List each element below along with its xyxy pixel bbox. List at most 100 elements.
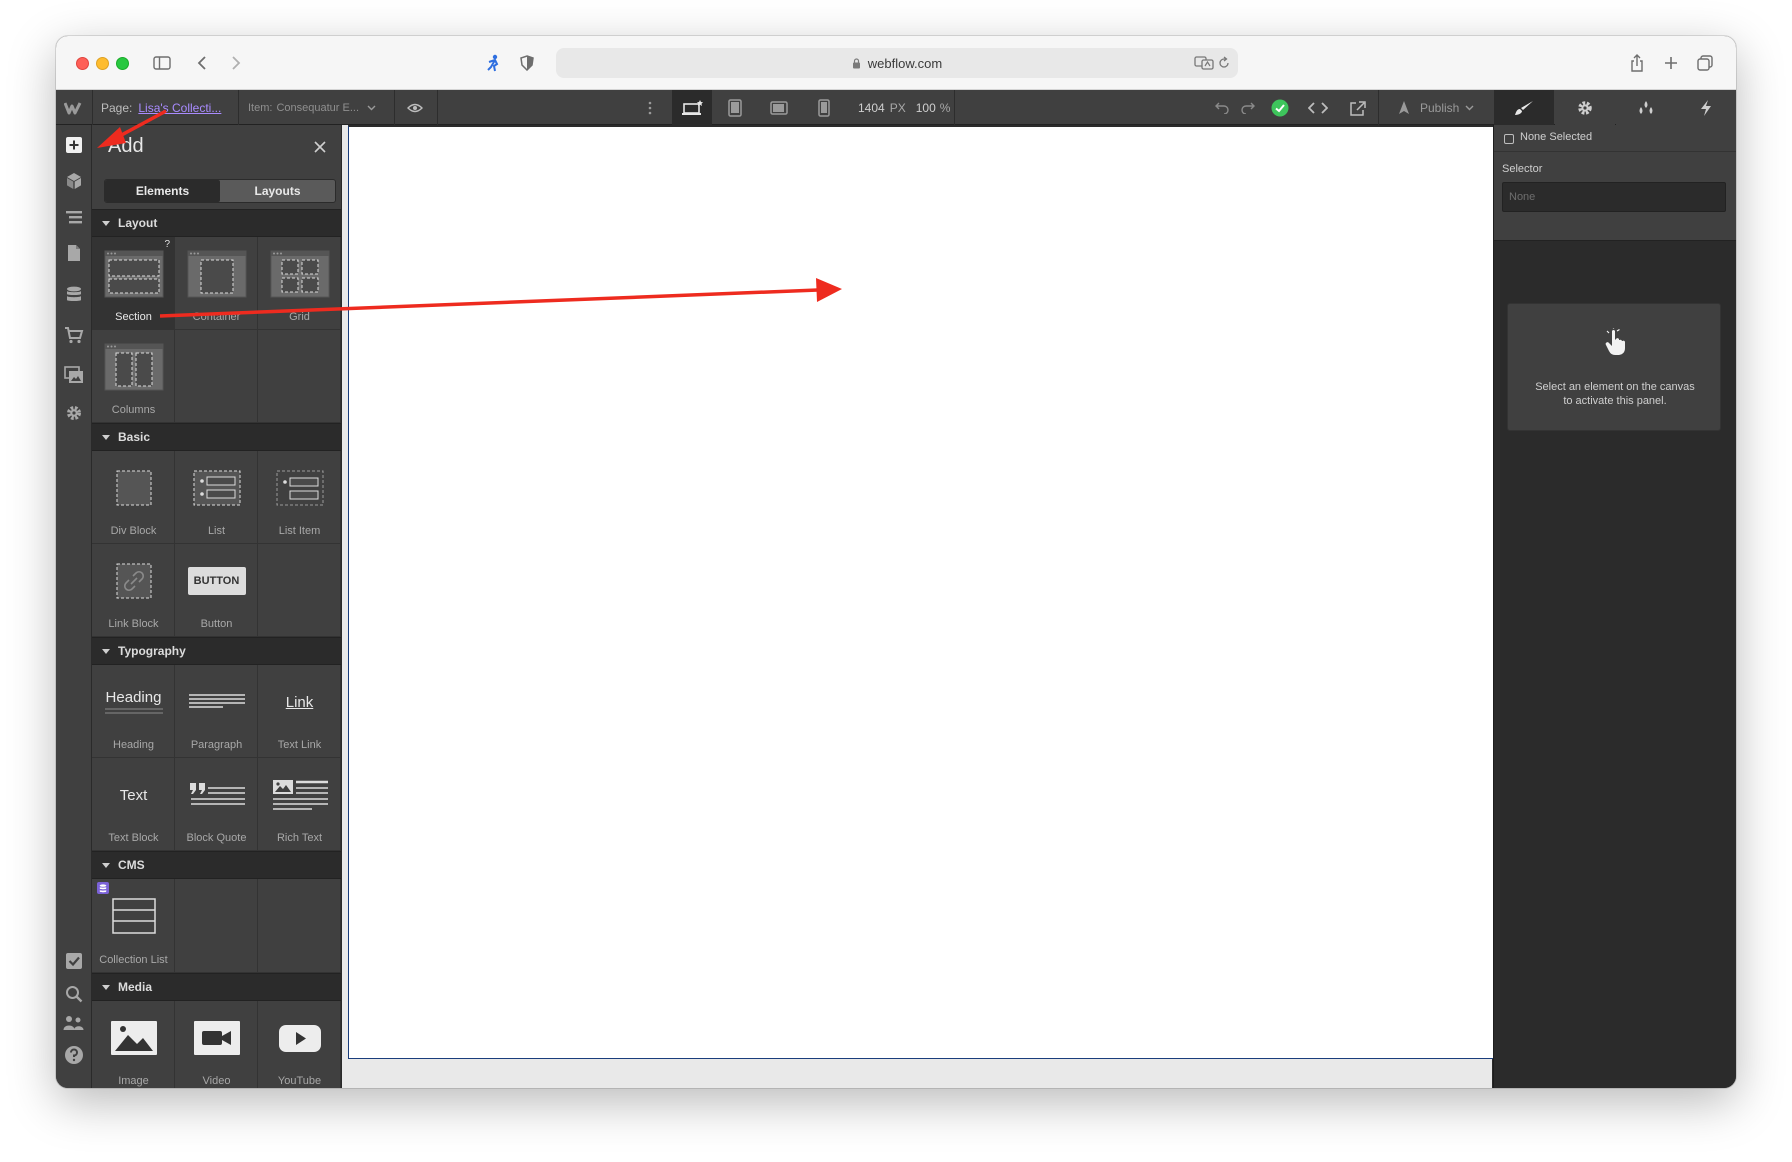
element-tile-text-link[interactable]: Link Text Link (258, 665, 341, 758)
canvas-width-readout[interactable]: 1404 PX 100 % (858, 90, 950, 125)
close-icon[interactable] (310, 137, 330, 157)
element-tile-paragraph[interactable]: Paragraph (175, 665, 258, 758)
element-tile-rich-text[interactable]: Rich Text (258, 758, 341, 851)
share-export-icon[interactable] (1344, 90, 1372, 125)
selector-input[interactable]: None (1502, 182, 1726, 212)
share-icon[interactable] (1626, 50, 1648, 76)
close-window-button[interactable] (76, 57, 89, 70)
sidebar-toggle-icon[interactable] (149, 50, 175, 76)
element-tile-heading[interactable]: Heading Heading (92, 665, 175, 758)
element-tile-container[interactable]: Container (175, 237, 258, 330)
element-tile-image[interactable]: Image (92, 1001, 175, 1088)
add-panel-tabs: Elements Layouts (104, 179, 336, 203)
chevron-down-icon (367, 105, 376, 110)
translate-icon[interactable] (1194, 55, 1214, 74)
address-bar[interactable]: webflow.com (556, 48, 1238, 78)
element-tile-list-item[interactable]: List Item (258, 451, 341, 544)
style-manager-tab-drops-icon[interactable] (1616, 90, 1676, 125)
extension-runner-icon[interactable] (482, 50, 504, 76)
tile-label: Heading (113, 739, 154, 751)
undo-icon[interactable] (1212, 90, 1232, 125)
interactions-tab-bolt-icon[interactable] (1676, 90, 1736, 125)
style-panel: None Selected Selector None Select an el… (1493, 125, 1736, 1088)
tile-label: Text Link (277, 739, 322, 751)
forward-icon[interactable] (226, 50, 246, 76)
zoom-window-button[interactable] (116, 57, 129, 70)
tile-label: Text Block (108, 832, 159, 844)
navigator-icon[interactable] (56, 199, 92, 235)
style-panel-tab-brush-icon[interactable] (1494, 90, 1554, 125)
breakpoint-mobile-portrait-icon[interactable] (804, 90, 844, 125)
collaborators-users-icon[interactable] (56, 1005, 92, 1041)
privacy-shield-icon[interactable] (516, 50, 538, 76)
publish-button[interactable]: Publish (1396, 90, 1474, 125)
add-elements-plus-icon[interactable] (56, 127, 92, 163)
element-tile-youtube[interactable]: YouTube (258, 1001, 341, 1088)
help-badge[interactable]: ? (164, 239, 170, 250)
page-name-link[interactable]: Lisa's Collecti... (138, 101, 221, 115)
list-element-icon (175, 459, 258, 517)
code-export-icon[interactable] (1304, 90, 1332, 125)
section-header-layout[interactable]: Layout (92, 209, 341, 237)
preview-eye-icon[interactable] (401, 90, 429, 125)
selector-label: Selector (1502, 163, 1543, 175)
tile-label: Collection List (99, 954, 168, 966)
ecommerce-cart-icon[interactable] (56, 317, 92, 353)
none-selected-checkbox[interactable] (1504, 134, 1514, 144)
new-tab-icon[interactable] (1660, 50, 1682, 76)
site-settings-gear-icon[interactable] (56, 395, 92, 431)
breakpoint-desktop-icon[interactable] (672, 90, 712, 125)
element-tile-text-block[interactable]: Text Text Block (92, 758, 175, 851)
section-header-typography[interactable]: Typography (92, 637, 341, 665)
button-preview: BUTTON (187, 567, 246, 595)
tile-label: Link Block (108, 618, 159, 630)
tab-overview-icon[interactable] (1694, 50, 1716, 76)
minimize-window-button[interactable] (96, 57, 109, 70)
tab-layouts[interactable]: Layouts (220, 180, 335, 202)
publish-label: Publish (1420, 100, 1460, 115)
audit-checkbox-icon[interactable] (56, 943, 92, 979)
rich-text-element-icon (258, 766, 341, 824)
add-panel-title: Add (108, 135, 144, 157)
design-canvas[interactable] (348, 125, 1494, 1059)
element-tile-div-block[interactable]: Div Block (92, 451, 175, 544)
breakpoint-tablet-icon[interactable] (715, 90, 755, 125)
reload-icon[interactable] (1218, 56, 1230, 73)
help-question-icon[interactable] (56, 1037, 92, 1073)
cms-item-selector[interactable]: Item: Consequatur E... (248, 90, 376, 125)
url-text: webflow.com (867, 55, 943, 71)
chevron-down-icon (1465, 105, 1474, 110)
element-tile-grid[interactable]: Grid (258, 237, 341, 330)
element-tile-collection-list[interactable]: Collection List (92, 879, 175, 973)
back-icon[interactable] (192, 50, 212, 76)
element-tile-columns[interactable]: Columns (92, 330, 175, 423)
page-selector[interactable]: Page: Lisa's Collecti... (101, 90, 221, 125)
tile-label: Block Quote (186, 832, 247, 844)
caret-down-icon (102, 434, 110, 440)
tab-elements[interactable]: Elements (105, 180, 220, 202)
none-selected-label: None Selected (1520, 131, 1593, 143)
section-header-cms[interactable]: CMS (92, 851, 341, 879)
element-tile-block-quote[interactable]: Block Quote (175, 758, 258, 851)
assets-images-icon[interactable] (56, 357, 92, 393)
section-header-media[interactable]: Media (92, 973, 341, 1001)
element-tile-button[interactable]: BUTTON Button (175, 544, 258, 637)
element-tile-video[interactable]: Video (175, 1001, 258, 1088)
element-tile-section[interactable]: ? Section (92, 237, 175, 330)
element-tile-list[interactable]: List (175, 451, 258, 544)
section-header-basic[interactable]: Basic (92, 423, 341, 451)
webflow-logo-icon[interactable] (56, 90, 92, 125)
breakpoint-mobile-landscape-icon[interactable] (759, 90, 799, 125)
cms-database-icon[interactable] (56, 277, 92, 313)
container-element-icon (175, 245, 258, 303)
settings-panel-tab-gear-icon[interactable] (1555, 90, 1615, 125)
element-tile-link-block[interactable]: Link Block (92, 544, 175, 637)
more-options-icon[interactable] (644, 90, 656, 125)
pages-icon[interactable] (56, 235, 92, 271)
zoom-value: 100 (915, 100, 936, 115)
button-element-icon: BUTTON (175, 552, 258, 610)
redo-icon[interactable] (1238, 90, 1258, 125)
item-name: Consequatur E... (276, 101, 360, 114)
tile-label: Video (202, 1075, 231, 1087)
symbols-cube-icon[interactable] (56, 163, 92, 199)
